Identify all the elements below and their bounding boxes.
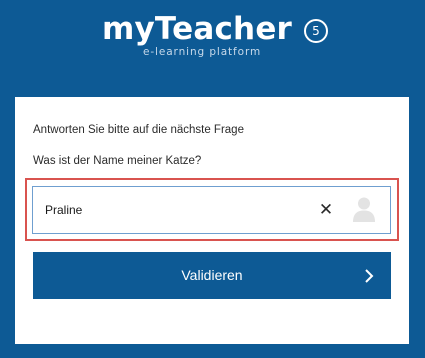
user-icon xyxy=(353,197,375,222)
validate-button[interactable]: Validieren xyxy=(33,252,391,299)
logo-version-badge: 5 xyxy=(304,19,328,43)
chevron-right-icon xyxy=(365,269,374,283)
validate-button-label: Validieren xyxy=(181,267,243,283)
header: myTeacher 5 e-learning platform xyxy=(0,0,425,96)
security-question-label: Was ist der Name meiner Katze? xyxy=(33,155,202,167)
answer-input[interactable] xyxy=(45,197,295,223)
security-question-card: Antworten Sie bitte auf die nächste Frag… xyxy=(15,97,409,344)
instruction-text: Antworten Sie bitte auf die nächste Frag… xyxy=(33,124,244,136)
logo-wordmark: myTeacher xyxy=(102,11,293,47)
close-icon[interactable]: ✕ xyxy=(318,200,334,220)
answer-field[interactable]: ✕ xyxy=(32,186,391,234)
logo-tagline: e-learning platform xyxy=(143,46,262,58)
